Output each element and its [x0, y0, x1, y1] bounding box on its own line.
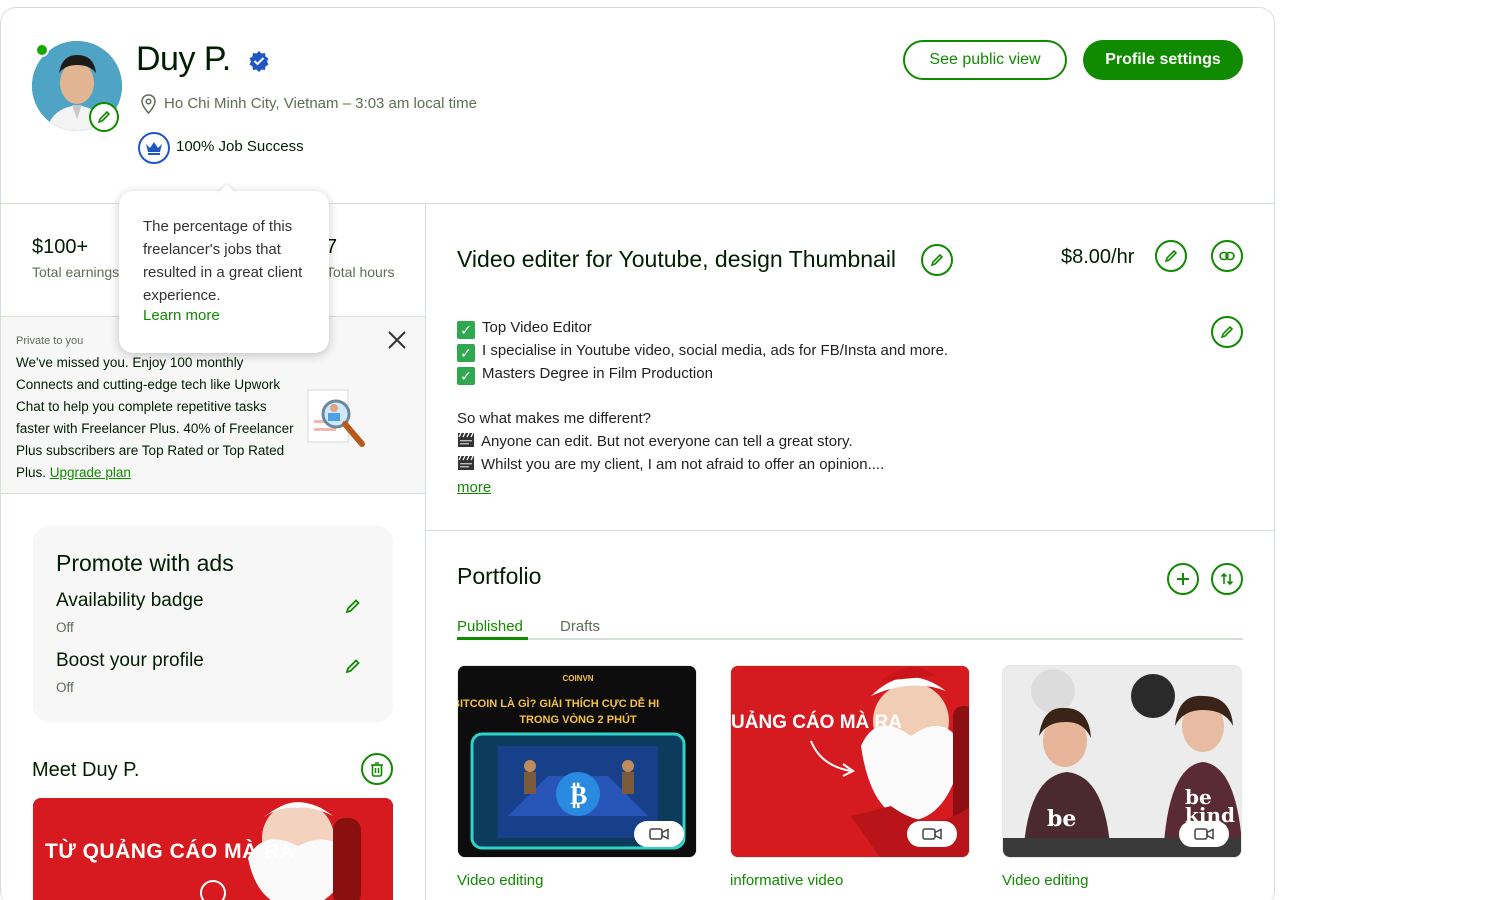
video-camera-icon: [1179, 821, 1229, 847]
promo-illustration-icon: [306, 388, 368, 457]
overview-question: So what makes me different?: [457, 410, 651, 427]
delete-video-icon[interactable]: [361, 753, 393, 785]
edit-availability-icon[interactable]: [345, 598, 361, 619]
location-text: Ho Chi Minh City, Vietnam – 3:03 am loca…: [164, 95, 477, 112]
svg-text:₿: ₿: [570, 781, 587, 811]
profile-settings-button[interactable]: Profile settings: [1083, 40, 1243, 80]
point-item: Anyone can edit. But not everyone can te…: [457, 430, 1177, 453]
intro-video-thumbnail[interactable]: TỪ QUẢNG CÁO MÀ RA: [33, 798, 393, 900]
video-camera-icon: [634, 821, 684, 847]
location-pin-icon: [140, 94, 157, 119]
point-item: Whilst you are my client, I am not afrai…: [457, 453, 1177, 476]
tooltip-arrow: [217, 184, 237, 194]
boost-profile-label: Boost your profile: [56, 650, 204, 671]
profile-headline: Video editer for Youtube, design Thumbna…: [457, 246, 897, 272]
promo-text-block: We've missed you. Enjoy 100 monthly Conn…: [16, 352, 296, 484]
tab-published-indicator: [457, 637, 528, 640]
profile-card: Duy P. Ho Chi Minh City, Vietnam – 3:03 …: [0, 7, 1275, 900]
check-mark-icon: ✓: [457, 367, 475, 385]
close-icon[interactable]: [387, 330, 407, 355]
earnings-value: $100+: [32, 236, 89, 258]
hourly-rate: $8.00/hr: [1061, 246, 1135, 268]
promote-ads-title: Promote with ads: [56, 550, 234, 576]
clapperboard-icon: [458, 432, 474, 447]
edit-avatar-icon[interactable]: [89, 102, 119, 132]
copy-link-icon[interactable]: [1211, 240, 1243, 272]
check-mark-icon: ✓: [457, 321, 475, 339]
edit-overview-icon[interactable]: [1211, 316, 1243, 348]
promo-text: We've missed you. Enjoy 100 monthly Conn…: [16, 355, 294, 480]
overview-text: ✓ Top Video Editor ✓ I specialise in Youtu…: [457, 316, 1177, 499]
availability-badge-status: Off: [56, 620, 74, 635]
upgrade-plan-link[interactable]: Upgrade plan: [50, 465, 131, 480]
shirt-text-right: be kind: [1185, 785, 1235, 827]
boost-profile-status: Off: [56, 680, 74, 695]
edit-rate-icon[interactable]: [1155, 240, 1187, 272]
portfolio-caption[interactable]: Video editing: [457, 872, 543, 889]
job-success-icon[interactable]: [138, 132, 170, 164]
promo-tag: Private to you: [16, 335, 84, 347]
portfolio-thumbnail[interactable]: ₿ COINVN BITCOIN LÀ GÌ? GIẢI THÍCH CỰC D…: [457, 665, 697, 858]
earnings-label: Total earnings: [32, 264, 120, 280]
thumbnail-headline: UẢNG CÁO MÀ RA: [731, 712, 902, 733]
tooltip-learn-more-link[interactable]: Learn more: [143, 307, 305, 324]
portfolio-thumbnail[interactable]: be be kind: [1002, 665, 1242, 858]
thumbnail-headline: BITCOIN LÀ GÌ? GIẢI THÍCH CỰC DỄ HI: [457, 698, 660, 710]
job-success-tooltip: The percentage of this freelancer's jobs…: [119, 191, 329, 353]
see-public-view-button[interactable]: See public view: [903, 40, 1067, 80]
meet-title: Meet Duy P.: [32, 759, 140, 781]
tabs-underline: [457, 638, 1243, 640]
verified-icon: [248, 50, 270, 77]
reorder-portfolio-icon[interactable]: [1211, 563, 1243, 595]
portfolio-caption[interactable]: informative video: [730, 872, 843, 889]
edit-boost-icon[interactable]: [345, 658, 361, 679]
hours-label: Total hours: [326, 264, 395, 280]
edit-title-icon[interactable]: [921, 244, 953, 276]
job-success-text[interactable]: 100% Job Success: [176, 138, 304, 155]
tab-published[interactable]: Published: [457, 618, 523, 635]
shirt-text-left: be: [1047, 806, 1077, 832]
check-item: ✓ Top Video Editor: [457, 316, 1177, 339]
portfolio-title: Portfolio: [457, 563, 542, 589]
clapperboard-icon: [458, 455, 474, 470]
portfolio-caption[interactable]: Video editing: [1002, 872, 1088, 889]
add-portfolio-icon[interactable]: [1167, 563, 1199, 595]
column-divider: [425, 203, 426, 900]
check-mark-icon: ✓: [457, 344, 475, 362]
portfolio-thumbnail[interactable]: UẢNG CÁO MÀ RA: [730, 665, 970, 858]
overview-divider: [426, 530, 1274, 531]
check-item: ✓ Masters Degree in Film Production: [457, 362, 1177, 385]
thumbnail-brand: COINVN: [562, 674, 594, 683]
check-item: ✓ I specialise in Youtube video, social m…: [457, 339, 1177, 362]
profile-name: Duy P.: [136, 40, 231, 78]
online-indicator: [35, 43, 49, 57]
tab-drafts[interactable]: Drafts: [560, 618, 600, 635]
availability-badge-label: Availability badge: [56, 590, 204, 611]
thumbnail-subheadline: TRONG VÒNG 2 PHÚT: [519, 714, 637, 726]
more-link[interactable]: more: [457, 476, 1177, 499]
tooltip-text: The percentage of this freelancer's jobs…: [143, 218, 303, 304]
video-camera-icon: [907, 821, 957, 847]
intro-video-caption: TỪ QUẢNG CÁO MÀ RA: [45, 840, 296, 863]
